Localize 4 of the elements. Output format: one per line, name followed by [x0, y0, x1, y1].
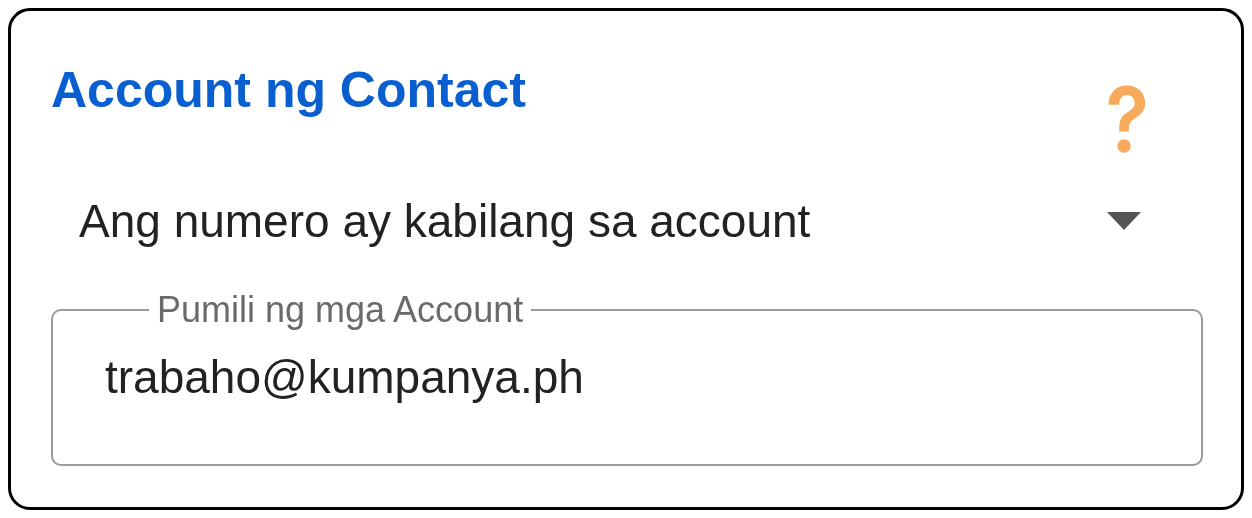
caret-icon [1107, 212, 1141, 230]
account-dropdown[interactable]: Ang numero ay kabilang sa account [51, 181, 1201, 261]
card-title: Account ng Contact [51, 65, 526, 115]
field-label: Pumili ng mga Account [156, 288, 525, 332]
